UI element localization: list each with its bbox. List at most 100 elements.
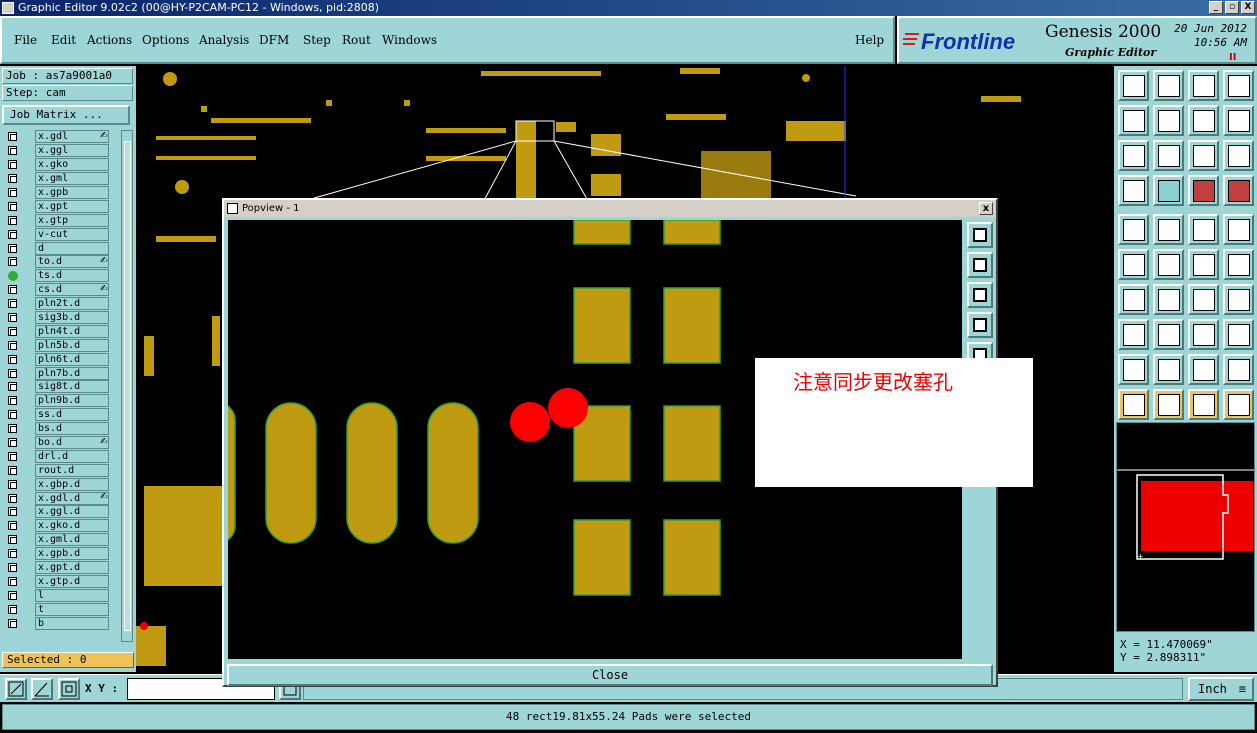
layer-row[interactable]: ss.d [2,408,120,422]
layer-name[interactable]: t [35,602,109,616]
layer-name[interactable]: x.gbp.d [35,477,109,491]
rotate-tool[interactable] [1188,284,1219,315]
layer-checkbox[interactable] [8,507,17,517]
copy-tool[interactable] [1223,249,1254,280]
menu-file[interactable]: File [14,33,37,47]
layer-name[interactable]: drl.d [35,449,109,463]
layer-name[interactable]: x.gml [35,172,109,186]
select-net-tool[interactable] [1223,389,1254,420]
layer-name[interactable]: x.gtp.d [35,574,109,588]
layer-row[interactable]: sig8t.d [2,380,120,394]
poly-edit-tool[interactable] [1223,354,1254,385]
move-tool[interactable] [1188,249,1219,280]
layer-name[interactable]: pln4t.d [35,324,109,338]
snap-tool-button[interactable] [5,678,27,700]
layer-name[interactable]: bs.d [35,422,109,436]
layer-name[interactable]: bo.d [35,436,109,450]
layer-row[interactable]: cs.d ✍ [2,283,120,297]
zoom-fit-tool[interactable] [1118,140,1149,171]
menu-edit[interactable]: Edit [51,33,76,47]
grid-tool[interactable] [1153,175,1184,206]
grid-tool-button[interactable] [58,678,80,700]
query-tool[interactable] [1223,140,1254,171]
layer-row[interactable]: x.ggl.d [2,505,120,519]
layer-checkbox[interactable] [8,243,17,253]
redo-tool[interactable] [1223,105,1254,136]
layer-active-indicator[interactable] [8,270,18,281]
layer-row[interactable]: x.gko [2,158,120,172]
layer-row[interactable]: bs.d [2,422,120,436]
zoom-out-tool[interactable] [1153,105,1184,136]
pause-indicator[interactable]: II [1229,52,1236,63]
layer-checkbox[interactable] [8,188,17,197]
layer-name[interactable]: x.ggl [35,144,109,158]
layer-name[interactable]: x.gpb.d [35,547,109,561]
layer-checkbox[interactable] [8,132,17,142]
select-poly-tool[interactable] [1188,389,1219,420]
layer-row[interactable]: v-cut [2,227,120,241]
select-box-tool[interactable] [1153,389,1184,420]
open-step-tool[interactable] [1118,70,1149,101]
mirror-tool[interactable] [1223,284,1254,315]
add-surface-tool[interactable] [1223,214,1254,245]
menu-analysis[interactable]: Analysis [199,33,249,47]
layer-name[interactable]: sig3b.d [35,311,109,325]
layer-checkbox[interactable] [8,229,17,239]
layer-name[interactable]: ss.d [35,408,109,422]
layer-name[interactable]: pln2t.d [35,297,109,311]
layer-name[interactable]: pln5b.d [35,338,109,352]
layer-checkbox[interactable] [8,174,17,184]
layer-row[interactable]: ts.d [2,269,120,283]
layer-row[interactable]: pln9b.d [2,394,120,408]
layer-row[interactable]: x.gpt [2,199,120,213]
layer-row[interactable]: l [2,588,120,602]
layer-name[interactable]: x.gpt.d [35,561,109,575]
maximize-button[interactable]: ▫ [1225,1,1239,14]
popview-zoom-out-button[interactable] [967,282,993,308]
layer-name[interactable]: l [35,588,109,602]
layer-row[interactable]: x.gtp.d [2,574,120,589]
overview-map[interactable]: + [1116,422,1255,632]
close-window-button[interactable]: X [1241,1,1255,14]
layer-row[interactable]: drl.d [2,449,120,463]
layer-checkbox[interactable] [8,396,17,406]
undo-tool[interactable] [1188,105,1219,136]
arc-tool[interactable] [1118,354,1149,385]
menu-actions[interactable]: Actions [87,33,132,47]
ruler-tool[interactable] [1188,214,1219,245]
layer-row[interactable]: pln5b.d [2,338,120,352]
layer-row[interactable]: x.gpb.d [2,547,120,561]
job-matrix-button[interactable]: Job Matrix ... [2,105,130,125]
snap-tool[interactable] [1118,175,1149,206]
layer-checkbox[interactable] [8,354,17,364]
menu-dfm[interactable]: DFM [259,33,289,47]
line-split-tool[interactable] [1153,319,1184,350]
delete-tool[interactable] [1153,249,1184,280]
menu-windows[interactable]: Windows [382,33,437,47]
text-tool[interactable] [1188,354,1219,385]
layer-checkbox[interactable] [8,521,17,531]
select-tool[interactable] [1118,389,1149,420]
layer-checkbox[interactable] [8,493,17,503]
add-pad-tool[interactable] [1118,214,1149,245]
layer-row[interactable]: bo.d ✍ [2,436,120,450]
layer-name[interactable]: d [35,241,109,255]
layer-row[interactable]: x.gml.d [2,533,120,547]
select-layer-tool[interactable] [1223,175,1254,206]
layer-row[interactable]: x.ggl [2,144,120,158]
layer-name[interactable]: cs.d [35,283,109,297]
pan-tool[interactable] [1153,140,1184,171]
layer-row[interactable]: pln2t.d [2,297,120,311]
layer-checkbox[interactable] [8,201,17,211]
add-line-tool[interactable] [1153,214,1184,245]
layer-list-tool[interactable] [1223,70,1254,101]
layer-row[interactable]: sig3b.d [2,311,120,325]
layer-name[interactable]: x.gml.d [35,533,109,547]
layer-scrollbar[interactable] [121,130,133,642]
layer-checkbox[interactable] [8,604,17,614]
polygon-tool[interactable] [1153,354,1184,385]
layer-row[interactable]: x.gpt.d [2,561,120,575]
layer-name[interactable]: ts.d [35,269,109,283]
layer-checkbox[interactable] [8,465,17,475]
layer-row[interactable]: x.gpb [2,186,120,200]
